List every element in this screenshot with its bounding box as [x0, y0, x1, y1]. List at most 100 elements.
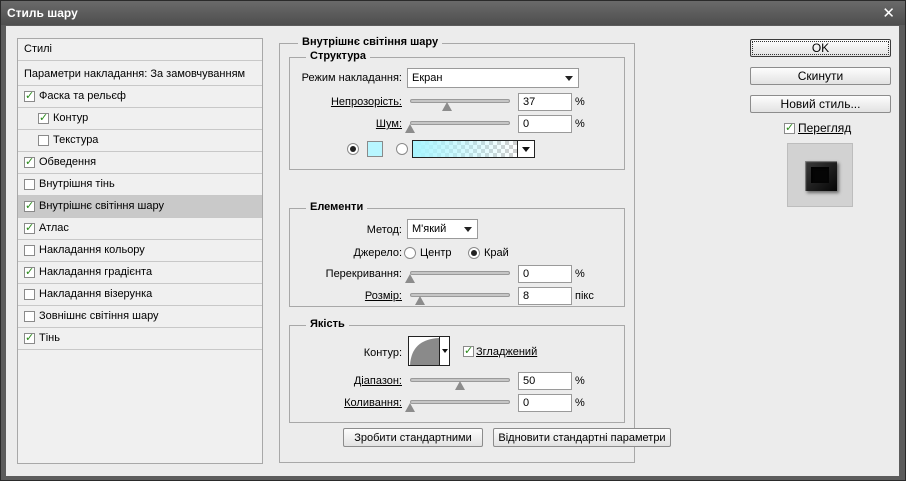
source-label: Джерело:	[353, 247, 402, 259]
jitter-input[interactable]: 0	[518, 394, 572, 412]
jitter-label: Коливання:	[344, 397, 402, 409]
style-item-inner-shadow[interactable]: Внутрішня тінь	[18, 174, 262, 196]
blending-options-item[interactable]: Параметри накладання: За замовчуванням	[18, 64, 262, 86]
style-item-inner-glow[interactable]: Внутрішнє світіння шару	[18, 196, 262, 218]
style-item-bevel-emboss[interactable]: Фаска та рельєф	[18, 86, 262, 108]
contour-dropdown-icon[interactable]	[439, 336, 450, 366]
reset-button[interactable]: Скинути	[750, 67, 891, 85]
style-item-label: Текстура	[53, 134, 99, 146]
antialiased-label: Згладжений	[476, 346, 538, 358]
preview-label: Перегляд	[798, 121, 852, 135]
opacity-input[interactable]: 37	[518, 93, 572, 111]
inner-glow-panel: Внутрішнє світіння шару Структура Режим …	[279, 36, 671, 463]
style-item-pattern-overlay[interactable]: Накладання візерунка	[18, 284, 262, 306]
gradient-radio[interactable]	[396, 143, 408, 155]
reset-to-default-button[interactable]: Відновити стандартні параметри	[493, 428, 671, 447]
range-input[interactable]: 50	[518, 372, 572, 390]
style-item-label: Внутрішня тінь	[39, 178, 115, 190]
structure-group: Структура Режим накладання: Екран Непроз…	[289, 50, 625, 170]
source-edge-label: Край	[484, 247, 509, 259]
technique-value: М'який	[412, 223, 447, 235]
glow-color-swatch[interactable]	[367, 141, 383, 157]
style-item-label: Обведення	[39, 156, 97, 168]
style-item-contour[interactable]: Контур	[18, 108, 262, 130]
opacity-slider-thumb[interactable]	[442, 102, 452, 111]
style-item-texture[interactable]: Текстура	[18, 130, 262, 152]
style-item-outer-glow[interactable]: Зовнішнє світіння шару	[18, 306, 262, 328]
noise-slider-track[interactable]	[410, 121, 510, 125]
pattern-overlay-checkbox[interactable]	[24, 289, 35, 300]
blend-mode-value: Екран	[412, 72, 443, 84]
style-preview-thumbnail	[787, 143, 853, 207]
technique-label: Метод:	[366, 224, 402, 236]
technique-select[interactable]: М'який	[407, 219, 478, 239]
style-item-color-overlay[interactable]: Накладання кольору	[18, 240, 262, 262]
make-default-button[interactable]: Зробити стандартними	[343, 428, 483, 447]
style-item-label: Накладання кольору	[39, 244, 145, 256]
jitter-slider-track[interactable]	[410, 400, 510, 404]
elements-group: Елементи Метод: М'який Джерело: Центр Кр…	[289, 201, 625, 307]
chevron-down-icon	[565, 76, 573, 81]
choke-label: Перекривання:	[325, 268, 402, 280]
style-item-label: Фаска та рельєф	[39, 90, 126, 102]
drop-shadow-checkbox[interactable]	[24, 331, 35, 344]
stroke-checkbox[interactable]	[24, 155, 35, 168]
outer-glow-checkbox[interactable]	[24, 311, 35, 322]
size-input[interactable]: 8	[518, 287, 572, 305]
solid-color-radio[interactable]	[347, 143, 359, 155]
opacity-unit: %	[575, 96, 585, 108]
window-title: Стиль шару	[7, 6, 78, 20]
styles-header-label: Стилі	[24, 43, 52, 55]
gradient-picker-dropdown-icon[interactable]	[517, 140, 535, 158]
style-item-label: Накладання градієнта	[39, 266, 153, 278]
source-center-radio[interactable]	[404, 247, 416, 259]
style-item-label: Атлас	[39, 222, 69, 234]
color-overlay-checkbox[interactable]	[24, 245, 35, 256]
inner-glow-checkbox[interactable]	[24, 199, 35, 212]
noise-slider-thumb[interactable]	[405, 124, 415, 133]
gradient-overlay-checkbox[interactable]	[24, 265, 35, 278]
contour-curve-icon	[410, 338, 439, 365]
choke-slider-track[interactable]	[410, 271, 510, 275]
size-label: Розмір:	[364, 290, 402, 302]
styles-header[interactable]: Стилі	[18, 39, 262, 61]
satin-checkbox[interactable]	[24, 221, 35, 234]
noise-unit: %	[575, 118, 585, 130]
noise-input[interactable]: 0	[518, 115, 572, 133]
range-slider-thumb[interactable]	[455, 381, 465, 390]
style-item-drop-shadow[interactable]: Тінь	[18, 328, 262, 350]
texture-checkbox[interactable]	[38, 135, 49, 146]
style-item-satin[interactable]: Атлас	[18, 218, 262, 240]
quality-legend: Якість	[306, 318, 349, 330]
opacity-label: Непрозорість:	[330, 96, 402, 108]
noise-label: Шум:	[375, 118, 402, 130]
range-unit: %	[575, 375, 585, 387]
glow-gradient-swatch[interactable]	[412, 140, 518, 158]
contour-checkbox[interactable]	[38, 111, 49, 124]
choke-input[interactable]: 0	[518, 265, 572, 283]
size-slider-thumb[interactable]	[415, 296, 425, 305]
blend-mode-select[interactable]: Екран	[407, 68, 579, 88]
close-icon[interactable]: ✕	[882, 4, 895, 22]
preview-checkbox[interactable]	[784, 121, 795, 134]
preview-square-icon	[805, 161, 837, 191]
style-item-label: Зовнішнє світіння шару	[39, 310, 159, 322]
source-edge-radio[interactable]	[468, 247, 480, 259]
choke-slider-thumb[interactable]	[405, 274, 415, 283]
jitter-slider-thumb[interactable]	[405, 403, 415, 412]
ok-button[interactable]: OK	[750, 39, 891, 57]
blend-mode-label: Режим накладання:	[301, 72, 402, 84]
quality-group: Якість Контур: Згладжений Діапазон: 50 %…	[289, 318, 625, 423]
new-style-button[interactable]: Новий стиль...	[750, 95, 891, 113]
inner-shadow-checkbox[interactable]	[24, 179, 35, 190]
style-item-stroke[interactable]: Обведення	[18, 152, 262, 174]
contour-preview-icon[interactable]	[408, 336, 440, 366]
opacity-slider-track[interactable]	[410, 99, 510, 103]
size-unit: пікс	[575, 290, 594, 302]
antialiased-checkbox[interactable]	[463, 344, 474, 357]
jitter-unit: %	[575, 397, 585, 409]
style-item-gradient-overlay[interactable]: Накладання градієнта	[18, 262, 262, 284]
bevel-emboss-checkbox[interactable]	[24, 89, 35, 102]
size-slider-track[interactable]	[410, 293, 510, 297]
chevron-down-icon	[464, 227, 472, 232]
